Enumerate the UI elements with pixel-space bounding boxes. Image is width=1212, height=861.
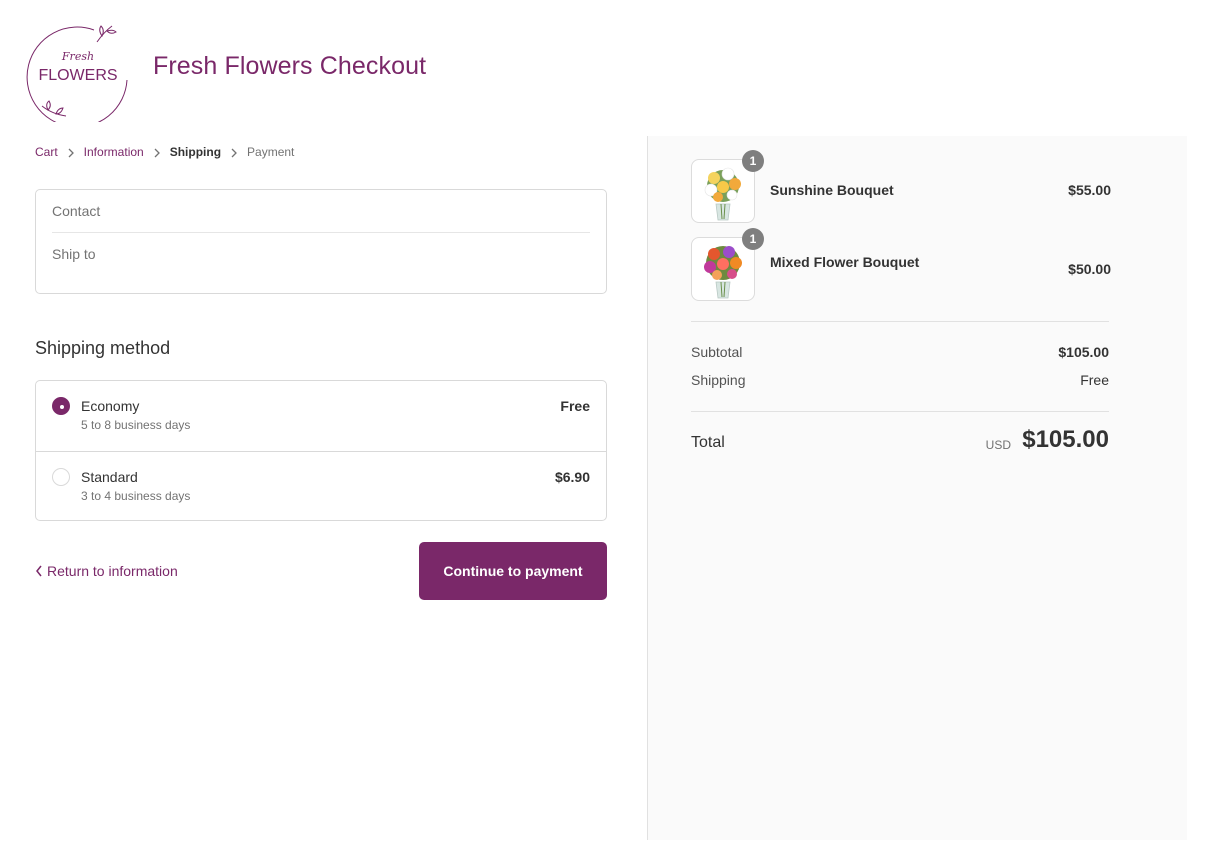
logo-script-text: Fresh (61, 50, 94, 63)
mixed-flower-bouquet-image (704, 246, 742, 299)
breadcrumb-shipping: Shipping (169, 145, 222, 159)
product-thumbnail: 1 (691, 228, 764, 301)
review-box: Contact Ship to (35, 189, 607, 294)
order-item: 1 Sunshine Bouquet $55.00 (691, 150, 1111, 223)
shipping-option-standard[interactable]: Standard 3 to 4 business days $6.90 (36, 451, 606, 521)
method-price: Free (560, 398, 590, 414)
quantity-badge: 1 (742, 150, 764, 172)
chevron-right-icon (144, 145, 170, 159)
method-description: 5 to 8 business days (81, 418, 191, 432)
item-name: Mixed Flower Bouquet (770, 254, 920, 270)
subtotal-value: $105.00 (1058, 344, 1109, 360)
shipping-label: Shipping (691, 372, 746, 388)
shipping-value: Free (1080, 372, 1109, 388)
continue-to-payment-button[interactable]: Continue to payment (419, 542, 607, 600)
breadcrumb-cart[interactable]: Cart (35, 145, 58, 159)
method-name: Standard (81, 469, 138, 485)
breadcrumb-information[interactable]: Information (84, 145, 144, 159)
review-divider (52, 232, 590, 233)
item-name: Sunshine Bouquet (770, 182, 894, 198)
ship-to-label: Ship to (52, 246, 96, 262)
quantity-badge: 1 (742, 228, 764, 250)
shipping-method-list: Economy 5 to 8 business days Free Standa… (35, 380, 607, 521)
page-title: Fresh Flowers Checkout (153, 52, 427, 80)
sunshine-bouquet-image (704, 167, 741, 221)
total-value: $105.00 (1022, 426, 1109, 453)
logo-word-text: FLOWERS (38, 67, 117, 84)
chevron-right-icon (58, 145, 84, 159)
chevron-right-icon (221, 145, 247, 159)
breadcrumb-payment: Payment (247, 145, 295, 159)
total-label: Total (691, 434, 725, 451)
subtotal-label: Subtotal (691, 344, 743, 360)
return-to-information-link[interactable]: Return to information (35, 563, 178, 579)
radio-standard[interactable] (52, 468, 70, 486)
order-summary: 1 Sunshine Bouquet $55.00 1 Mixed Flower… (647, 136, 1187, 840)
breadcrumb: Cart Information Shipping Payment (35, 144, 294, 160)
summary-divider (691, 411, 1109, 412)
brand-logo[interactable]: Fresh FLOWERS (24, 18, 132, 128)
shipping-method-title: Shipping method (35, 338, 171, 358)
item-price: $50.00 (1068, 261, 1111, 277)
radio-economy[interactable] (52, 397, 70, 415)
header: Fresh FLOWERS Fresh Flowers Checkout (0, 0, 1212, 136)
method-description: 3 to 4 business days (81, 489, 191, 503)
method-price: $6.90 (554, 469, 590, 485)
return-label: Return to information (47, 563, 178, 579)
method-name: Economy (81, 398, 140, 414)
shipping-option-economy[interactable]: Economy 5 to 8 business days Free (36, 381, 606, 451)
summary-divider (691, 321, 1109, 322)
chevron-left-icon (36, 565, 42, 577)
product-thumbnail: 1 (691, 150, 764, 223)
item-price: $55.00 (1068, 182, 1111, 198)
contact-label: Contact (52, 203, 101, 219)
currency-code: USD (985, 438, 1011, 452)
order-item: 1 Mixed Flower Bouquet $50.00 (691, 228, 1111, 301)
flower-wreath-icon: Fresh FLOWERS (26, 25, 128, 128)
